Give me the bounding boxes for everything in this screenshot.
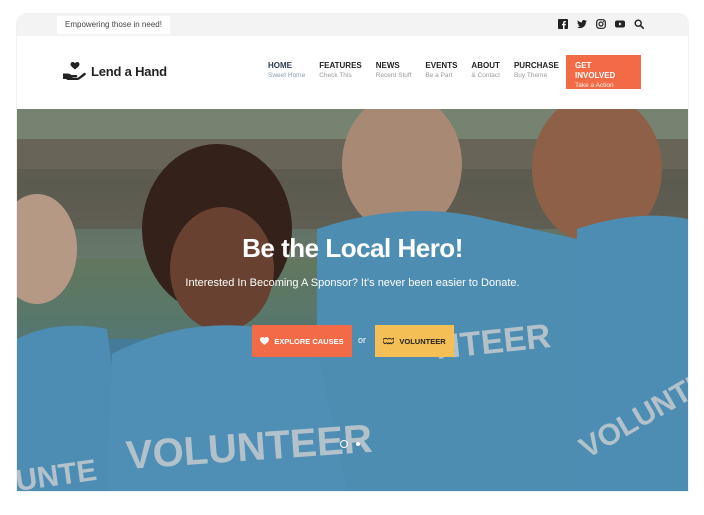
nav-item-news[interactable]: NEWS Recent Stuff: [376, 61, 412, 81]
nav-item-about[interactable]: ABOUT & Contact: [471, 61, 500, 81]
youtube-icon[interactable]: [615, 19, 625, 29]
heart-icon: [260, 337, 270, 345]
hero-overlay: [17, 109, 688, 491]
nav-sublabel: Buy Theme: [513, 72, 548, 79]
tagline: Empowering those in need!: [57, 16, 170, 34]
slide-dot-active[interactable]: [340, 440, 348, 448]
site-header: Lend a Hand HOME Sweet Home FEATURES Che…: [17, 36, 688, 109]
logo-text: Lend a Hand: [91, 63, 167, 79]
volunteer-button[interactable]: VOLUNTEER: [375, 325, 454, 357]
search-icon[interactable]: [634, 19, 644, 29]
social-links: [558, 19, 644, 29]
nav-sublabel: Be a Part: [425, 72, 453, 79]
main-nav: HOME Sweet Home FEATURES Check This NEWS…: [268, 61, 573, 81]
top-bar: Empowering those in need!: [17, 14, 688, 36]
slide-dot[interactable]: [356, 442, 360, 446]
nav-label: NEWS: [375, 61, 400, 70]
or-separator: or: [358, 335, 367, 345]
nav-sublabel: Check This: [319, 72, 352, 79]
hand-heart-icon: [63, 62, 86, 80]
nav-sublabel: Sweet Home: [268, 72, 306, 79]
nav-label: FEATURES: [319, 61, 362, 70]
get-involved-button[interactable]: GET INVOLVED Take a Action: [566, 55, 641, 89]
explore-causes-button[interactable]: EXPLORE CAUSES: [252, 325, 352, 357]
nav-item-features[interactable]: FEATURES Check This: [319, 61, 362, 81]
instagram-icon[interactable]: [596, 19, 606, 29]
nav-item-home[interactable]: HOME Sweet Home: [268, 61, 305, 81]
hero-subtitle: Interested In Becoming A Sponsor? It's n…: [185, 277, 520, 289]
cta-sublabel: Take a Action: [575, 82, 614, 89]
cta-label: GET INVOLVED: [575, 61, 616, 80]
twitter-icon[interactable]: [577, 19, 587, 29]
nav-label: HOME: [268, 61, 292, 70]
page-frame: Empowering those in need! Lend a Hand HO…: [17, 14, 688, 491]
handshake-icon: [383, 337, 395, 345]
facebook-icon[interactable]: [558, 19, 568, 29]
nav-sublabel: & Contact: [471, 72, 500, 79]
volunteer-label: VOLUNTEER: [399, 336, 446, 346]
site-logo[interactable]: Lend a Hand: [63, 62, 167, 80]
slider-pagination: [340, 440, 360, 448]
nav-item-purchase[interactable]: PURCHASE Buy Theme: [514, 61, 559, 81]
explore-causes-label: EXPLORE CAUSES: [274, 336, 344, 346]
hero-slider: VOLUNTEER NTEER VOLUNTE UNTE Be the Loca…: [17, 109, 688, 491]
hero-title: Be the Local Hero!: [242, 233, 463, 263]
nav-label: PURCHASE: [513, 61, 559, 70]
nav-sublabel: Recent Stuff: [375, 72, 412, 79]
nav-label: ABOUT: [471, 61, 500, 70]
nav-label: EVENTS: [425, 61, 458, 70]
nav-item-events[interactable]: EVENTS Be a Part: [425, 61, 457, 81]
